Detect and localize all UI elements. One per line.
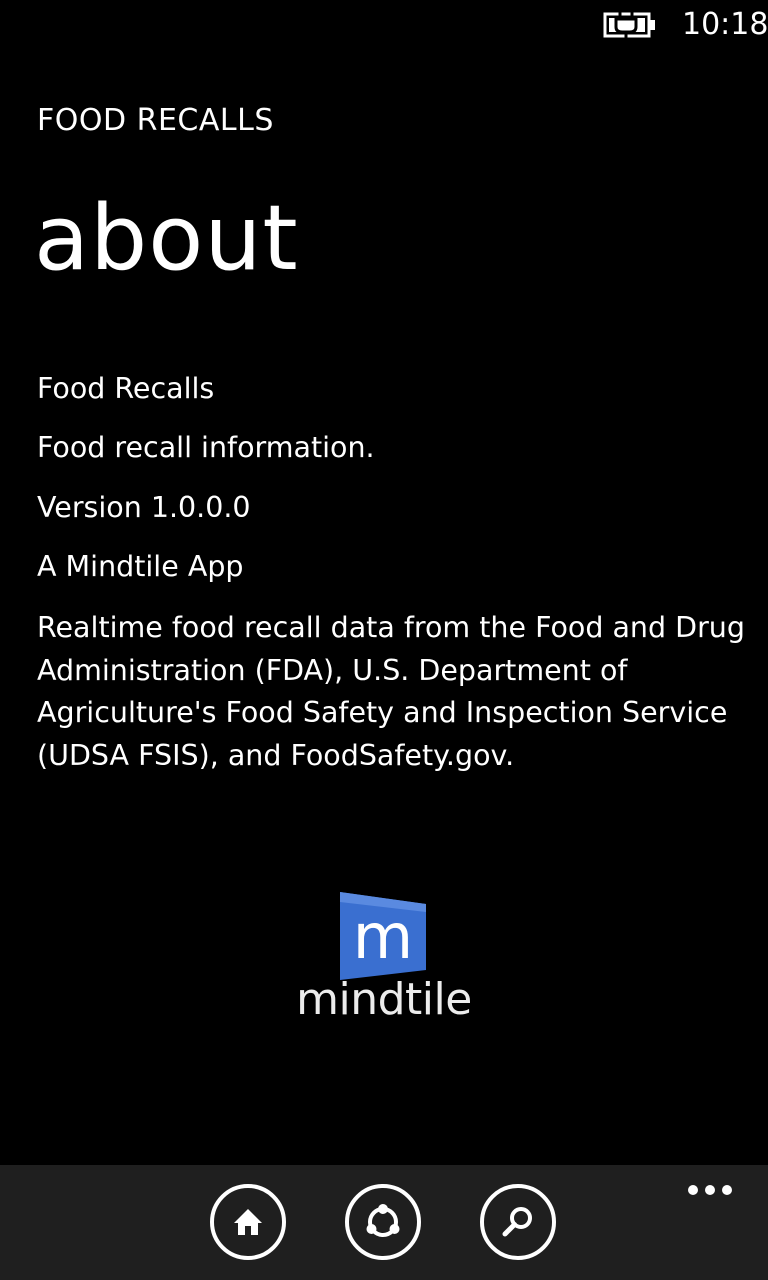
home-button[interactable] <box>210 1184 286 1260</box>
logo-letter: m <box>353 900 413 973</box>
tagline-text: Food recall information. <box>37 431 375 464</box>
more-ellipsis-icon <box>705 1185 715 1195</box>
logo-wordmark: mindtile <box>296 974 472 1025</box>
home-icon <box>234 1209 262 1235</box>
share-icon <box>366 1204 400 1237</box>
description-text: Realtime food recall data from the Food … <box>37 611 745 772</box>
publisher-text: A Mindtile App <box>37 550 244 583</box>
more-button[interactable] <box>680 1175 740 1205</box>
more-ellipsis-icon <box>722 1185 732 1195</box>
status-bar: 10:18 <box>0 0 768 52</box>
app-title: FOOD RECALLS <box>37 103 274 138</box>
search-button[interactable] <box>480 1184 556 1260</box>
version-text: Version 1.0.0.0 <box>37 491 251 524</box>
app-bar <box>0 1165 768 1280</box>
more-ellipsis-icon <box>688 1185 698 1195</box>
share-button[interactable] <box>345 1184 421 1260</box>
battery-charging-icon <box>603 10 657 40</box>
mindtile-logo: m mindtile <box>296 890 472 1032</box>
app-name-text: Food Recalls <box>37 372 215 405</box>
status-time: 10:18 <box>682 7 768 42</box>
mindtile-logo-icon: m <box>338 892 428 980</box>
about-screen: 10:18 FOOD RECALLS about Food Recalls Fo… <box>0 0 768 1280</box>
page-title: about <box>34 186 299 291</box>
search-icon <box>502 1207 532 1237</box>
